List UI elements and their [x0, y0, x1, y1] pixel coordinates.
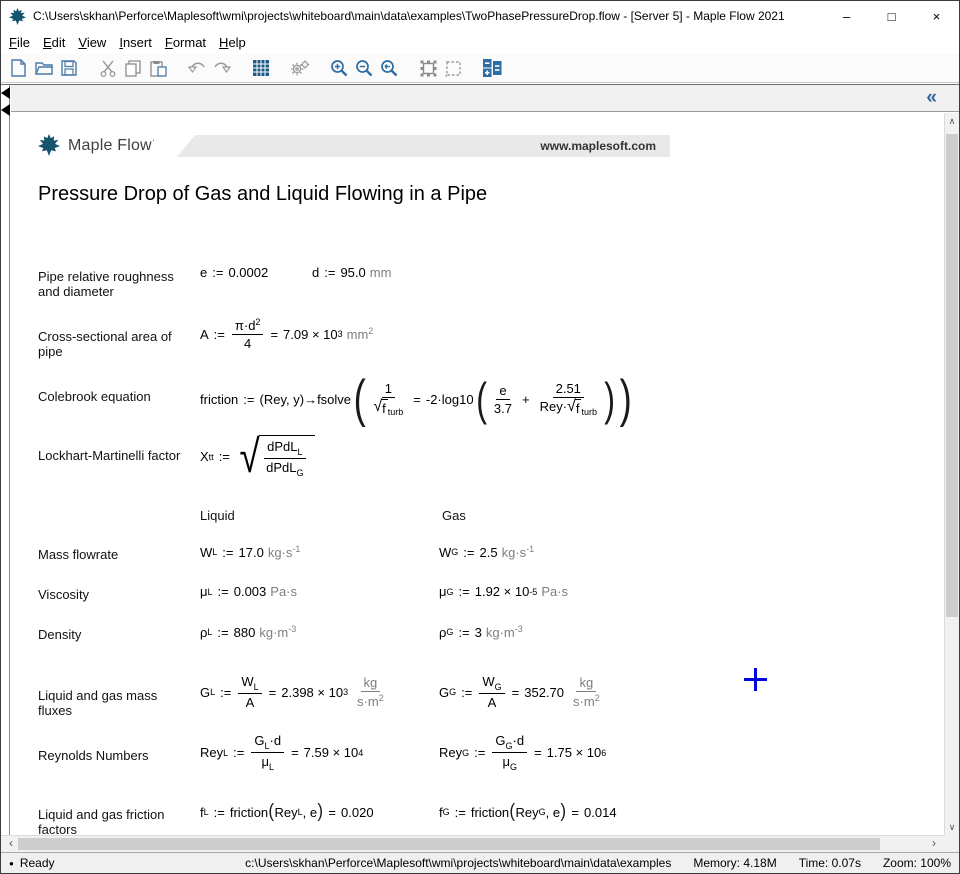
open-file-icon[interactable]: [32, 56, 56, 80]
crosshair-cursor-icon: [754, 668, 757, 691]
expr-diameter-d[interactable]: d:=95.0mm: [312, 265, 391, 280]
menubar: File Edit View Insert Format Help: [1, 31, 959, 54]
expr-mass-flux-gas[interactable]: GG:= WGA = 352.70 kgs·m2: [439, 674, 605, 710]
document-title: Pressure Drop of Gas and Liquid Flowing …: [38, 183, 487, 206]
redo-icon[interactable]: [210, 56, 234, 80]
label-friction-factors: Liquid and gas friction factors: [38, 807, 188, 835]
label-lockhart: Lockhart-Martinelli factor: [38, 448, 188, 463]
expr-friction-gas[interactable]: fG:= friction(ReyG, e) =0.014: [439, 804, 617, 820]
zoom-in-icon[interactable]: [327, 56, 351, 80]
minimize-button[interactable]: –: [824, 1, 869, 31]
horizontal-scrollbar[interactable]: ‹ ›: [1, 835, 944, 852]
zoom-out-icon[interactable]: [352, 56, 376, 80]
scroll-right-icon[interactable]: ›: [926, 836, 942, 852]
brand-name: Maple Flow·: [68, 135, 155, 155]
label-density: Density: [38, 627, 188, 642]
scroll-left-icon[interactable]: ‹: [3, 836, 19, 852]
status-dot-icon: ●: [9, 859, 14, 868]
grid-icon[interactable]: [249, 56, 273, 80]
save-icon[interactable]: [57, 56, 81, 80]
maple-flow-logo: Maple Flow·: [38, 134, 155, 156]
collapsed-palette-bar: «: [11, 85, 959, 112]
menu-edit[interactable]: Edit: [43, 33, 74, 52]
vertical-scrollbar[interactable]: ∧ ∨: [944, 113, 959, 835]
expr-reynolds-liquid[interactable]: ReyL:= GL·dμL = 7.59 × 104: [200, 733, 363, 772]
scroll-down-icon[interactable]: ∨: [945, 819, 959, 835]
left-margin-strip: [1, 85, 10, 852]
expr-density-liquid[interactable]: ρL:=880 kg·m-3: [200, 624, 296, 640]
label-reynolds: Reynolds Numbers: [38, 748, 188, 763]
main-area: « www.maplesoft.com Maple Flow· Pressure…: [1, 84, 959, 852]
maximize-button[interactable]: □: [869, 1, 914, 31]
brand-ribbon: www.maplesoft.com: [177, 135, 670, 157]
status-memory: Memory: 4.18M: [693, 856, 776, 870]
expr-mass-flowrate-gas[interactable]: WG:=2.5 kg·s-1: [439, 544, 534, 560]
label-viscosity: Viscosity: [38, 587, 188, 602]
paste-icon[interactable]: [146, 56, 170, 80]
horizontal-scroll-thumb[interactable]: [18, 838, 880, 850]
column-header-liquid: Liquid: [200, 508, 235, 523]
select-resize-icon[interactable]: [416, 56, 440, 80]
scroll-up-icon[interactable]: ∧: [945, 113, 959, 129]
margin-marker-icon: [1, 87, 10, 99]
expr-reynolds-gas[interactable]: ReyG:= GG·dμG = 1.75 × 106: [439, 733, 606, 772]
math-palette-icon[interactable]: [480, 56, 504, 80]
expr-mass-flowrate-liquid[interactable]: WL:=17.0 kg·s-1: [200, 544, 300, 560]
expr-lockhart[interactable]: Xtt:= √ dPdLLdPdLG: [200, 435, 317, 478]
collapse-panel-icon[interactable]: «: [926, 87, 937, 109]
label-mass-flux: Liquid and gas mass fluxes: [38, 688, 188, 719]
statusbar: ● Ready c:\Users\skhan\Perforce\Maplesof…: [1, 852, 959, 873]
evaluate-gears-icon[interactable]: [288, 56, 312, 80]
titlebar: C:\Users\skhan\Perforce\Maplesoft\wmi\pr…: [1, 1, 959, 31]
maple-leaf-icon: [38, 134, 60, 156]
cut-icon[interactable]: [96, 56, 120, 80]
status-text: Ready: [20, 856, 55, 870]
expr-friction-liquid[interactable]: fL:= friction(ReyL, e) =0.020: [200, 804, 374, 820]
status-time: Time: 0.07s: [799, 856, 861, 870]
menu-view[interactable]: View: [78, 33, 115, 52]
scrollbar-corner: [944, 835, 959, 852]
menu-file[interactable]: File: [9, 33, 39, 52]
toolbar: [1, 54, 959, 83]
expr-area[interactable]: A:= π·d24 = 7.09 × 103 mm2: [200, 317, 373, 351]
maple-flow-app-icon: [9, 8, 26, 25]
vertical-scroll-thumb[interactable]: [946, 134, 958, 617]
maplesoft-url: www.maplesoft.com: [540, 139, 656, 153]
menu-help[interactable]: Help: [219, 33, 255, 52]
expr-colebrook[interactable]: friction:= (Rey, y)→fsolve ( 1√fturb = -…: [200, 377, 635, 421]
expr-mass-flux-liquid[interactable]: GL:= WLA = 2.398 × 103 kgs·m2: [200, 674, 389, 710]
label-mass-flowrate: Mass flowrate: [38, 547, 188, 562]
expr-viscosity-gas[interactable]: μG:=1.92 × 10-5 Pa·s: [439, 584, 568, 599]
label-roughness: Pipe relative roughness and diameter: [38, 269, 188, 300]
menu-insert[interactable]: Insert: [119, 33, 161, 52]
window-title: C:\Users\skhan\Perforce\Maplesoft\wmi\pr…: [33, 9, 824, 23]
select-region-icon[interactable]: [441, 56, 465, 80]
app-window: C:\Users\skhan\Perforce\Maplesoft\wmi\pr…: [0, 0, 960, 874]
margin-marker-icon: [1, 104, 10, 116]
menu-format[interactable]: Format: [165, 33, 215, 52]
zoom-reset-icon[interactable]: [377, 56, 401, 80]
status-zoom: Zoom: 100%: [883, 856, 951, 870]
document-canvas[interactable]: www.maplesoft.com Maple Flow· Pressure D…: [11, 113, 944, 835]
expr-viscosity-liquid[interactable]: μL:=0.003 Pa·s: [200, 584, 297, 599]
label-area: Cross-sectional area of pipe: [38, 329, 188, 360]
label-colebrook: Colebrook equation: [38, 389, 188, 404]
close-button[interactable]: ×: [914, 1, 959, 31]
expr-density-gas[interactable]: ρG:=3 kg·m-3: [439, 624, 523, 640]
status-path: c:\Users\skhan\Perforce\Maplesoft\wmi\pr…: [245, 856, 671, 870]
column-header-gas: Gas: [442, 508, 466, 523]
expr-roughness-e[interactable]: e:=0.0002: [200, 265, 268, 280]
new-document-icon[interactable]: [7, 56, 31, 80]
copy-icon[interactable]: [121, 56, 145, 80]
undo-icon[interactable]: [185, 56, 209, 80]
